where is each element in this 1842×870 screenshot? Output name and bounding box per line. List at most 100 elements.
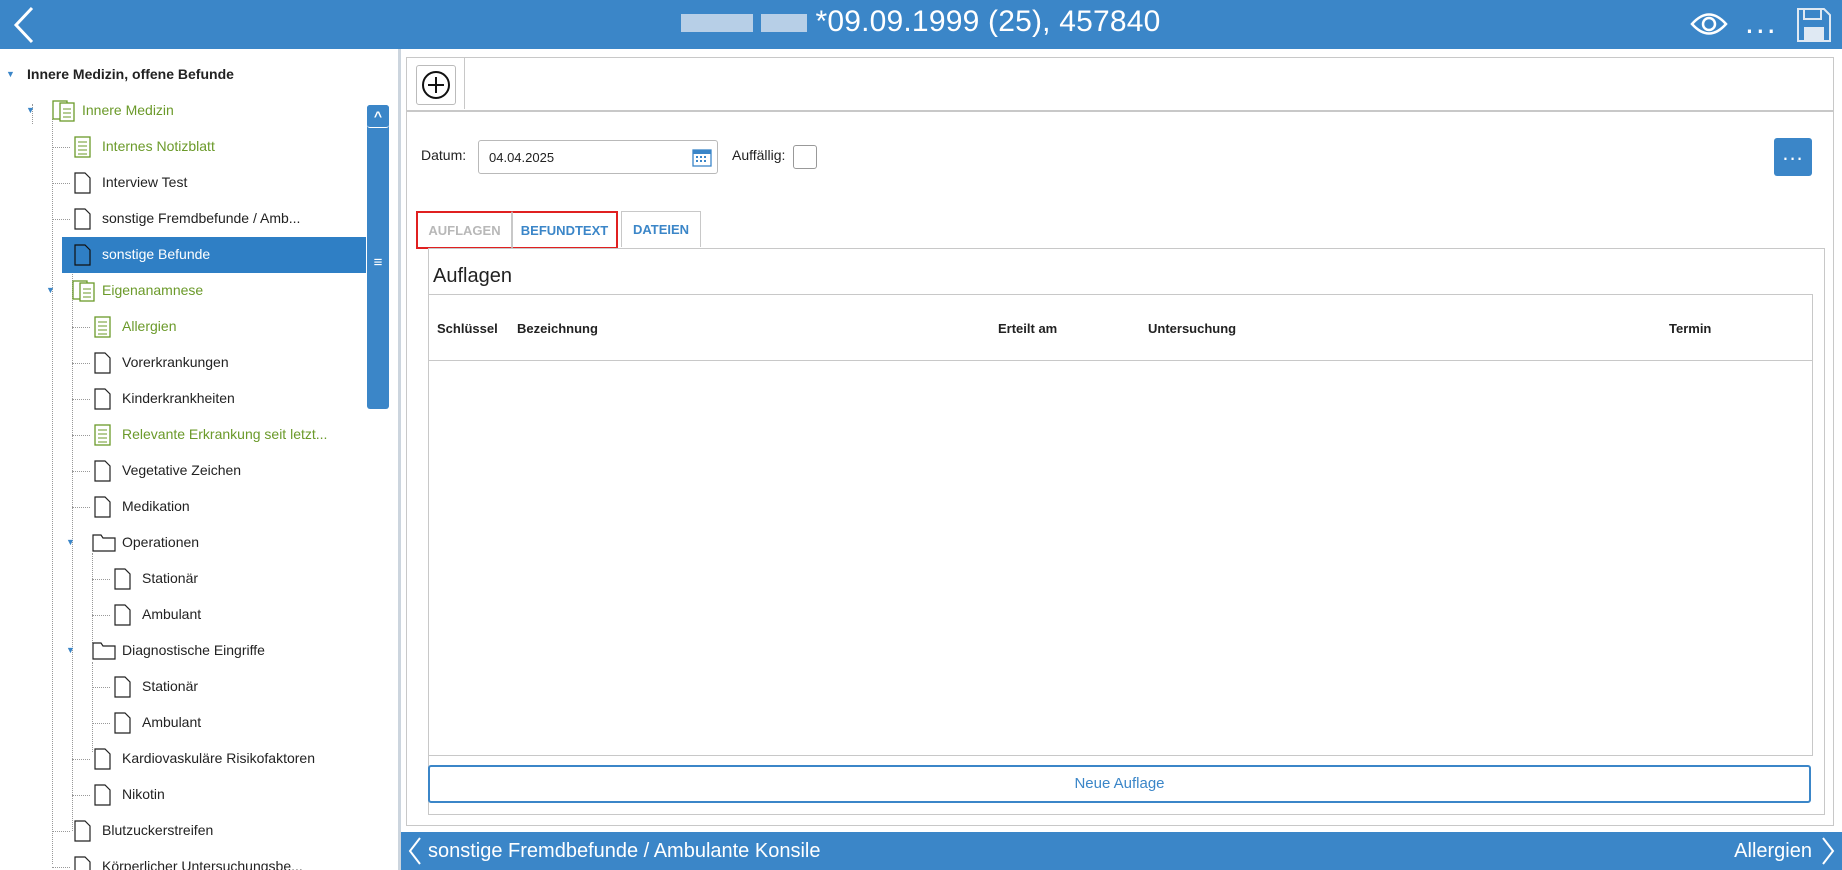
datum-field[interactable] [478, 140, 718, 174]
expand-triangle-icon[interactable]: ▼ [46, 285, 55, 295]
neue-auflage-button[interactable]: Neue Auflage [428, 765, 1811, 803]
note-document-icon [94, 316, 111, 338]
column-header-schluessel[interactable]: Schlüssel [437, 321, 498, 336]
expand-triangle-icon[interactable]: ▼ [26, 105, 35, 115]
redacted-name [761, 14, 808, 33]
tree-item-label: Diagnostische Eingriffe [122, 642, 265, 658]
document-icon [74, 244, 91, 266]
header-bar: *09.09.1999 (25), 457840 ... [0, 0, 1842, 49]
document-icon [74, 208, 91, 230]
tree-item-sonstige-fremdbefunde[interactable]: sonstige Fremdbefunde / Amb... [0, 201, 366, 237]
tree-item-label: Stationär [142, 570, 199, 586]
expand-triangle-icon[interactable]: ▼ [66, 537, 75, 547]
add-circle-icon[interactable] [416, 65, 456, 105]
tree-guide [72, 327, 90, 328]
tree-guide [72, 759, 90, 760]
tree-item-relevante-erkrankung[interactable]: Relevante Erkrankung seit letzt... [0, 417, 366, 453]
tree-item-label: Allergien [122, 318, 177, 334]
tree-guide [72, 471, 90, 472]
tree-item-internes-notizblatt[interactable]: Internes Notizblatt [0, 129, 366, 165]
tree-guide [92, 687, 110, 688]
save-icon[interactable] [1796, 7, 1832, 43]
document-group-icon [52, 100, 75, 122]
tree-item-kinderkrankheiten[interactable]: Kinderkrankheiten [0, 381, 366, 417]
panel-title: Auflagen [433, 265, 512, 287]
tree-item-kardiovaskulaere-risikofaktoren[interactable]: Kardiovaskuläre Risikofaktoren [0, 741, 366, 777]
tree-item-label: Blutzuckerstreifen [102, 822, 214, 838]
tree-guide [92, 615, 110, 616]
toolbar-separator [464, 57, 465, 109]
tree-guide [52, 183, 70, 184]
next-document-link[interactable]: Allergien [1734, 840, 1812, 863]
column-header-erteilt-am[interactable]: Erteilt am [998, 321, 1057, 336]
tree-guide [92, 723, 110, 724]
tree-item-operationen[interactable]: ▼ Operationen [0, 525, 366, 561]
next-arrow-icon[interactable] [1820, 836, 1836, 866]
expand-triangle-icon[interactable]: ▼ [66, 645, 75, 655]
column-header-bezeichnung[interactable]: Bezeichnung [517, 321, 598, 336]
tree-item-koerperlicher-untersuchungsbefund[interactable]: Körperlicher Untersuchungsbe... [0, 849, 366, 870]
tree-item-label: Körperlicher Untersuchungsbe... [102, 858, 303, 870]
tree-item-label: Nikotin [122, 786, 165, 802]
tree-guide [72, 435, 90, 436]
scroll-up-button[interactable]: ^ [367, 105, 389, 128]
tree-item-sonstige-befunde[interactable]: sonstige Befunde [62, 237, 366, 273]
tab-dateien[interactable]: DATEIEN [621, 211, 701, 247]
main-toolbar [406, 57, 1834, 111]
tree-item-innere-medizin[interactable]: ▼ Innere Medizin [0, 93, 366, 129]
tree-item-diagnostische-stationaer[interactable]: Stationär [0, 669, 366, 705]
tree-item-label: Kinderkrankheiten [122, 390, 235, 406]
table-header: Schlüssel Bezeichnung Erteilt am Untersu… [429, 295, 1812, 361]
auffaellig-checkbox[interactable] [793, 145, 817, 169]
tree-item-nikotin[interactable]: Nikotin [0, 777, 366, 813]
tab-auflagen[interactable]: AUFLAGEN [416, 211, 512, 249]
eye-icon[interactable] [1690, 11, 1728, 37]
patient-info: *09.09.1999 (25), 457840 [815, 5, 1161, 38]
document-icon [94, 748, 111, 770]
tree-item-vegetative-zeichen[interactable]: Vegetative Zeichen [0, 453, 366, 489]
patient-title: *09.09.1999 (25), 457840 [0, 5, 1842, 39]
tree-item-label: Eigenanamnese [102, 282, 204, 298]
column-header-untersuchung[interactable]: Untersuchung [1148, 321, 1236, 336]
tree-item-operationen-stationaer[interactable]: Stationär [0, 561, 366, 597]
tree-item-vorerkrankungen[interactable]: Vorerkrankungen [0, 345, 366, 381]
tree-item-label: Interview Test [102, 174, 188, 190]
tree-item-label: Internes Notizblatt [102, 138, 215, 154]
tree-item-label: Innere Medizin [82, 102, 174, 118]
tree-item-innere-medizin-offene-befunde[interactable]: ▼ Innere Medizin, offene Befunde [0, 57, 366, 93]
document-icon [94, 496, 111, 518]
tree-item-label: Relevante Erkrankung seit letzt... [122, 426, 328, 442]
document-group-icon [72, 280, 95, 302]
tree-item-medikation[interactable]: Medikation [0, 489, 366, 525]
tree-item-interview-test[interactable]: Interview Test [0, 165, 366, 201]
tree-item-blutzuckerstreifen[interactable]: Blutzuckerstreifen [0, 813, 366, 849]
tree-guide [52, 219, 70, 220]
document-icon [74, 856, 91, 870]
tree-item-label: sonstige Befunde [102, 246, 211, 262]
tree-item-allergien[interactable]: Allergien [0, 309, 366, 345]
tab-befundtext[interactable]: BEFUNDTEXT [512, 211, 618, 249]
document-icon [94, 388, 111, 410]
prev-arrow-icon[interactable] [407, 836, 423, 866]
column-header-termin[interactable]: Termin [1669, 321, 1711, 336]
document-icon [74, 820, 91, 842]
note-document-icon [94, 424, 111, 446]
tree-item-diagnostische-eingriffe[interactable]: ▼ Diagnostische Eingriffe [0, 633, 366, 669]
tree-guide [72, 507, 90, 508]
tree-item-diagnostische-ambulant[interactable]: Ambulant [0, 705, 366, 741]
tree-item-label: Stationär [142, 678, 199, 694]
calendar-icon[interactable] [692, 147, 712, 167]
expand-triangle-icon[interactable]: ▼ [6, 69, 15, 79]
tree-item-label: Medikation [122, 498, 190, 514]
tree-item-eigenanamnese[interactable]: ▼ Eigenanamnese [0, 273, 366, 309]
more-actions-button[interactable]: ... [1774, 138, 1812, 176]
more-options-button[interactable]: ... [1745, 6, 1778, 38]
tree-guide [72, 363, 90, 364]
scroll-grip-icon: ≡ [373, 254, 383, 271]
prev-document-link[interactable]: sonstige Fremdbefunde / Ambulante Konsil… [428, 840, 820, 863]
auflagen-table: Schlüssel Bezeichnung Erteilt am Untersu… [428, 294, 1813, 756]
document-icon [114, 712, 131, 734]
document-icon [94, 460, 111, 482]
document-icon [74, 172, 91, 194]
tree-item-operationen-ambulant[interactable]: Ambulant [0, 597, 366, 633]
